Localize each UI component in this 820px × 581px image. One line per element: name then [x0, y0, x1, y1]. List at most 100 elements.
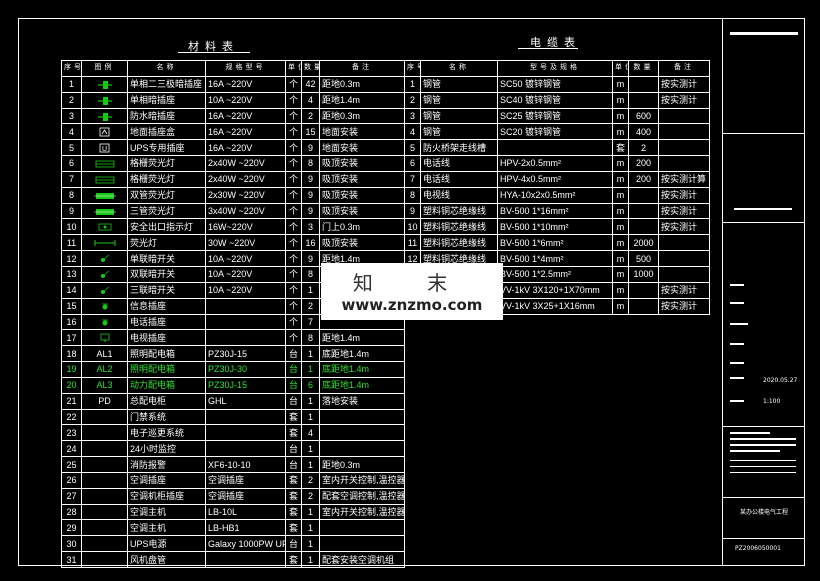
row-number: 24	[61, 440, 82, 458]
legend-symbol	[81, 155, 128, 172]
item-spec: PZ30J-30	[205, 361, 286, 378]
materials-row: 18 AL1 照明配电箱 PZ30J-15 台 1 底距地1.4m	[61, 345, 405, 363]
title-block-bar	[730, 472, 796, 473]
cable-spec: BV-500 1*10mm²	[497, 218, 613, 236]
item-qty: 2	[301, 471, 320, 489]
item-qty: 1	[301, 503, 320, 521]
cable-qty	[628, 218, 659, 236]
row-number: 18	[61, 345, 82, 363]
cable-spec: VV-1kV 3X25+1X16mm	[497, 297, 613, 315]
item-spec: Galaxy 1000PW UPS 30KVA 30min	[205, 535, 286, 553]
cable-name: 钢管	[420, 91, 498, 109]
item-remark: 底距地1.4m	[319, 376, 405, 394]
cable-unit: m	[612, 250, 629, 267]
cable-unit: m	[612, 218, 629, 236]
cable-remark: 按实测计	[658, 218, 710, 236]
item-remark	[319, 424, 405, 442]
materials-row: 21 PD 总配电柜 GHL 台 1 落地安装	[61, 392, 405, 410]
cable-name: 塑料铜芯绝缘线	[420, 234, 498, 252]
item-unit: 台	[285, 376, 302, 394]
item-unit: 个	[285, 313, 302, 331]
item-spec: 3x40W ~220V	[205, 202, 286, 220]
title-block-bar	[730, 400, 744, 402]
row-number: 28	[61, 503, 82, 521]
item-qty: 1	[301, 345, 320, 363]
lamp-icon	[95, 160, 114, 168]
item-qty: 1	[301, 535, 320, 553]
legend-symbol: AL2	[81, 361, 128, 378]
cable-unit: m	[612, 297, 629, 315]
item-name: 双管荧光灯	[127, 186, 206, 204]
item-name: 格栅荧光灯	[127, 155, 206, 172]
legend-symbol	[81, 487, 128, 505]
row-number: 4	[61, 123, 82, 141]
cables-row: 7 电话线 HPV-4x0.5mm² m 200 按实测计算	[404, 170, 710, 188]
cable-remark: 按实测计	[658, 202, 710, 220]
item-name: UPS电源	[127, 535, 206, 553]
item-remark: 地面安装	[319, 123, 405, 141]
cables-header-cell: 数量	[628, 60, 659, 77]
cable-unit: m	[612, 75, 629, 93]
exit-icon	[98, 224, 111, 231]
cable-spec: SC50 镀锌钢管	[497, 75, 613, 93]
item-spec: 16W~220V	[205, 218, 286, 236]
cable-remark	[658, 139, 710, 157]
item-unit: 个	[285, 186, 302, 204]
legend-symbol	[81, 440, 128, 458]
row-number: 10	[61, 218, 82, 236]
item-remark: 吸顶安装	[319, 155, 405, 172]
title-block-project: 某办公楼电气工程	[740, 509, 789, 516]
item-name: 地面插座盒	[127, 123, 206, 141]
title-block-date: 2020.05.27	[763, 377, 798, 384]
dot-icon	[101, 319, 108, 326]
materials-row: 8 双管荧光灯 2x30W ~220V 个 9 吸顶安装	[61, 186, 405, 204]
title-block-bar	[730, 466, 796, 467]
title-block-bar	[730, 284, 744, 286]
cable-remark	[658, 234, 710, 252]
item-qty: 1	[301, 456, 320, 473]
cable-spec: VV-1kV 3X120+1X70mm	[497, 281, 613, 299]
item-spec: 16A ~220V	[205, 123, 286, 141]
item-remark: 吸顶安装	[319, 186, 405, 204]
item-unit: 个	[285, 297, 302, 315]
cable-remark: 按实测计	[658, 281, 710, 299]
row-number: 29	[61, 519, 82, 537]
socket-icon	[97, 96, 112, 105]
item-spec: 10A ~220V	[205, 91, 286, 109]
legend-symbol	[81, 313, 128, 331]
title-block-bar	[730, 323, 748, 325]
item-unit: 个	[285, 123, 302, 141]
materials-row: 31 风机盘管 套 1 配套安装空调机组	[61, 551, 405, 568]
row-number: 7	[404, 170, 421, 188]
row-number: 11	[404, 234, 421, 252]
item-spec: 10A ~220V	[205, 250, 286, 267]
materials-row: 19 AL2 照明配电箱 PZ30J-30 台 1 底距地1.4m	[61, 361, 405, 378]
row-number: 4	[404, 123, 421, 141]
cable-name: 塑料铜芯绝缘线	[420, 202, 498, 220]
cable-spec: HPV-2x0.5mm²	[497, 155, 613, 172]
item-name: 风机盘管	[127, 551, 206, 568]
item-name: 防水暗插座	[127, 107, 206, 125]
item-remark: 底距地1.4m	[319, 361, 405, 378]
item-name: 电子巡更系统	[127, 424, 206, 442]
item-unit: 台	[285, 456, 302, 473]
title-block-bar	[730, 377, 744, 379]
item-qty: 16	[301, 234, 320, 252]
cable-spec: BV-500 1*6mm²	[497, 234, 613, 252]
title-block-bar	[730, 343, 744, 345]
item-unit: 台	[285, 440, 302, 458]
item-name: 电视插座	[127, 329, 206, 347]
materials-row: 7 格栅荧光灯 2x40W ~220V 个 9 吸顶安装	[61, 170, 405, 188]
cable-qty: 600	[628, 107, 659, 125]
item-qty: 4	[301, 91, 320, 109]
row-number: 5	[404, 139, 421, 157]
item-unit: 个	[285, 202, 302, 220]
cable-remark	[658, 123, 710, 141]
materials-row: 22 门禁系统 套 1	[61, 408, 405, 426]
cable-remark: 按实测计算	[658, 170, 710, 188]
socket-icon	[97, 80, 112, 89]
title-block-scale: 1:100	[763, 398, 781, 405]
item-spec: 2x40W ~220V	[205, 170, 286, 188]
item-unit: 台	[285, 345, 302, 363]
cable-qty	[628, 281, 659, 299]
